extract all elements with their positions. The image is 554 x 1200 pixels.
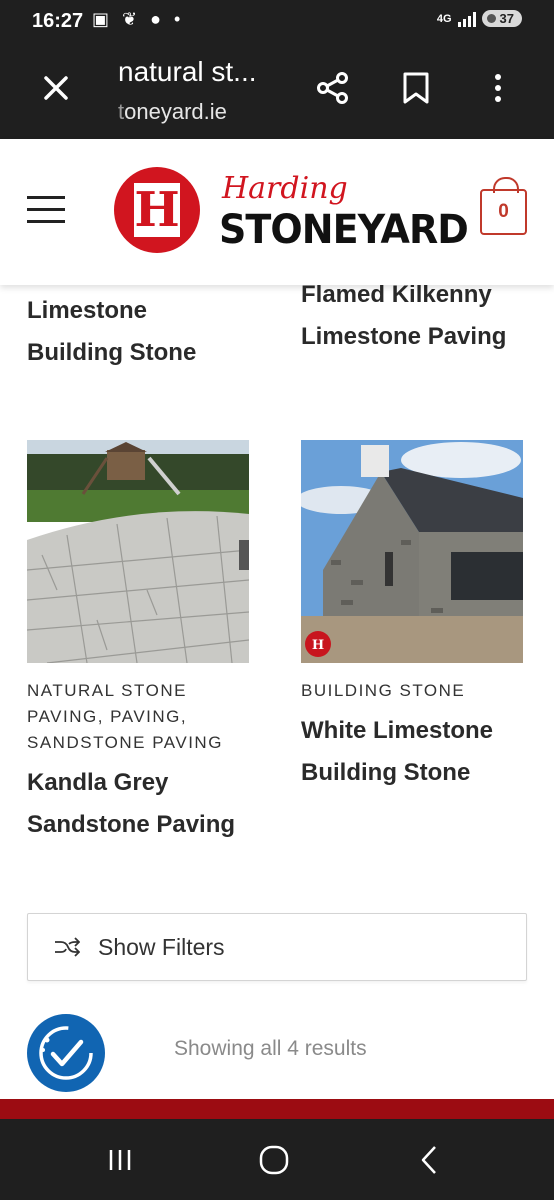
logo-main-text: STONEYARD — [219, 207, 469, 253]
results-count: Showing all 4 results — [174, 1037, 367, 1060]
logo-script-text: Harding — [222, 171, 348, 206]
back-icon[interactable] — [413, 1143, 447, 1177]
cart-button[interactable]: 0 — [480, 177, 527, 235]
category-line: PAVING, PAVING, — [27, 707, 188, 726]
page-title: natural st... — [118, 56, 257, 87]
product-title-line: Building Stone — [27, 339, 197, 366]
system-nav-bar — [0, 1119, 554, 1200]
product-title-line: Flamed Kilkenny — [301, 285, 492, 308]
category-line: SANDSTONE PAVING — [27, 733, 223, 752]
close-icon[interactable] — [38, 70, 74, 106]
product-grid: Limestone Building Stone Flamed Kilkenny… — [0, 285, 554, 1118]
status-right: 4G 37 — [437, 10, 522, 27]
logo-letter: H — [134, 182, 180, 238]
category-line: BUILDING STONE — [301, 681, 466, 700]
product-title-flamed-kilkenny[interactable]: Flamed Kilkenny Limestone Paving — [301, 285, 506, 358]
url-domain: oneyard.ie — [124, 99, 227, 124]
home-icon[interactable] — [257, 1143, 291, 1177]
browser-toolbar: natural st... toneyard.ie — [0, 42, 554, 139]
recent-apps-icon[interactable] — [103, 1143, 137, 1177]
product-title-white-limestone[interactable]: White Limestone Building Stone — [301, 710, 493, 794]
signal-icon — [457, 11, 476, 27]
show-filters-label: Show Filters — [98, 934, 225, 960]
menu-icon[interactable] — [27, 196, 65, 224]
product-title-line: Kandla Grey — [27, 769, 169, 796]
bookmark-icon[interactable] — [398, 70, 434, 106]
accessibility-icon — [39, 1026, 93, 1080]
category-line: NATURAL STONE — [27, 681, 187, 700]
notification-icons: ▣ ❦ ● • — [92, 9, 185, 29]
product-title-line: Sandstone Paving — [27, 811, 236, 838]
product-category[interactable]: BUILDING STONE — [301, 678, 465, 704]
product-title-line: Building Stone — [301, 759, 471, 786]
network-label: 4G — [436, 12, 452, 25]
more-options-icon[interactable] — [480, 70, 516, 106]
svg-text:H: H — [312, 638, 324, 653]
share-icon[interactable] — [315, 70, 351, 106]
product-title-line: Limestone — [27, 297, 148, 324]
product-title-line: Limestone Paving — [301, 323, 507, 350]
footer-bar — [0, 1099, 554, 1119]
site-header: H Harding STONEYARD 0 — [0, 139, 554, 285]
product-title-line: White Limestone — [301, 717, 494, 744]
status-bar: 16:27 ▣ ❦ ● • 4G 37 — [0, 0, 554, 42]
product-title-limestone-building-stone[interactable]: Limestone Building Stone — [27, 290, 196, 374]
accessibility-button[interactable] — [27, 1014, 105, 1092]
battery-icon: 37 — [481, 10, 522, 27]
show-filters-button[interactable]: Show Filters — [27, 913, 527, 981]
page-url[interactable]: toneyard.ie — [118, 99, 227, 125]
shuffle-icon — [55, 937, 80, 957]
product-image-stone-house[interactable]: H — [301, 440, 523, 663]
product-category[interactable]: NATURAL STONE PAVING, PAVING, SANDSTONE … — [27, 678, 223, 756]
product-title-kandla-grey[interactable]: Kandla Grey Sandstone Paving — [27, 762, 235, 846]
status-time: 16:27 — [32, 10, 84, 32]
logo-mark[interactable]: H — [114, 167, 200, 253]
cart-count: 0 — [498, 201, 509, 222]
product-image-sandstone-patio[interactable] — [27, 440, 249, 663]
